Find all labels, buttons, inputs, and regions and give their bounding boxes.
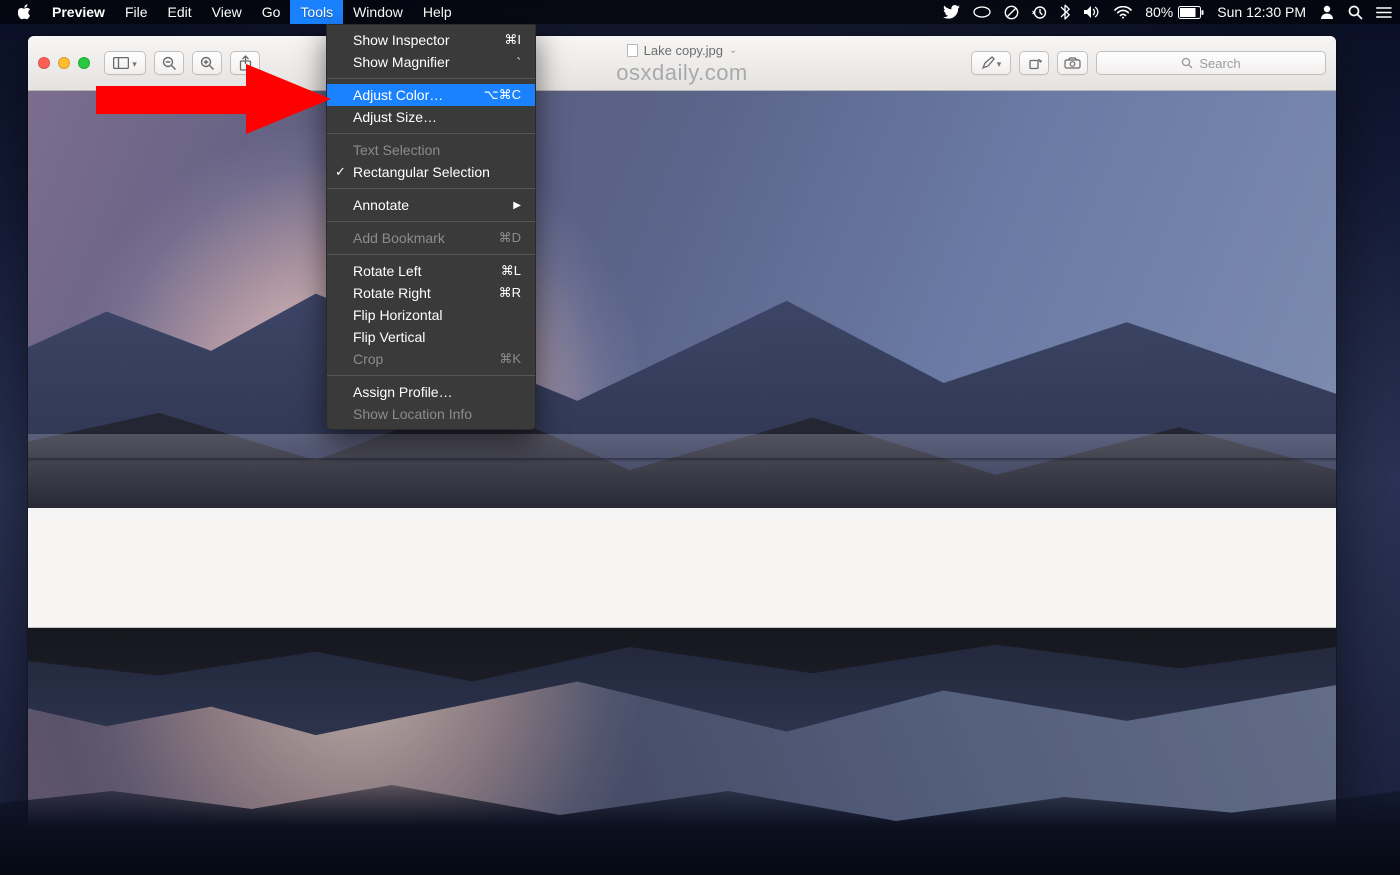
arrow-annotation bbox=[96, 64, 331, 134]
bluetooth-icon[interactable] bbox=[1060, 0, 1070, 24]
menu-item-label: Assign Profile… bbox=[353, 384, 453, 400]
menu-separator bbox=[327, 254, 535, 255]
menu-item-text-selection: Text Selection bbox=[327, 139, 535, 161]
chevron-down-icon: ▾ bbox=[997, 59, 1002, 70]
highlight-button[interactable]: ▾ bbox=[971, 51, 1011, 75]
no-entry-icon[interactable] bbox=[1004, 0, 1019, 24]
twitter-icon[interactable] bbox=[943, 0, 960, 24]
user-icon[interactable] bbox=[1319, 0, 1335, 24]
menu-edit-label: Edit bbox=[168, 4, 192, 20]
chevron-down-icon[interactable]: ⌄ bbox=[729, 45, 737, 56]
menu-help-label: Help bbox=[423, 4, 452, 20]
menu-item-label: Rotate Right bbox=[353, 285, 431, 301]
menu-item-annotate[interactable]: Annotate ▶ bbox=[327, 194, 535, 216]
menu-shortcut: ⌥⌘C bbox=[484, 87, 521, 103]
document-proxy-icon[interactable] bbox=[627, 44, 638, 57]
menu-shortcut: ⌘L bbox=[501, 263, 521, 279]
cloud-icon[interactable] bbox=[973, 0, 991, 24]
search-placeholder: Search bbox=[1199, 56, 1240, 71]
menu-item-crop: Crop ⌘K bbox=[327, 348, 535, 370]
battery-icon bbox=[1178, 6, 1204, 19]
menu-help[interactable]: Help bbox=[413, 0, 462, 24]
window-controls bbox=[38, 57, 90, 69]
menu-item-rectangular-selection[interactable]: ✓ Rectangular Selection bbox=[327, 161, 535, 183]
window-title: Lake copy.jpg ⌄ bbox=[627, 43, 738, 58]
submenu-arrow-icon: ▶ bbox=[513, 200, 521, 211]
zoom-button[interactable] bbox=[78, 57, 90, 69]
menu-file[interactable]: File bbox=[115, 0, 158, 24]
battery-percent: 80% bbox=[1145, 4, 1173, 20]
menu-go-label: Go bbox=[262, 4, 281, 20]
menu-item-label: Text Selection bbox=[353, 142, 440, 158]
menu-item-label: Flip Horizontal bbox=[353, 307, 442, 323]
menu-file-label: File bbox=[125, 4, 148, 20]
menu-item-label: Show Magnifier bbox=[353, 54, 450, 70]
menu-item-show-inspector[interactable]: Show Inspector ⌘I bbox=[327, 29, 535, 51]
menu-shortcut: ⌘I bbox=[504, 32, 521, 48]
menu-tools[interactable]: Tools bbox=[290, 0, 343, 24]
rotate-button[interactable] bbox=[1019, 51, 1049, 75]
menu-tools-label: Tools bbox=[300, 4, 333, 20]
menu-view[interactable]: View bbox=[202, 0, 252, 24]
menu-item-label: Flip Vertical bbox=[353, 329, 425, 345]
spotlight-icon[interactable] bbox=[1348, 0, 1363, 24]
timemachine-icon[interactable] bbox=[1032, 0, 1047, 24]
menu-item-add-bookmark: Add Bookmark ⌘D bbox=[327, 227, 535, 249]
menu-item-label: Adjust Color… bbox=[353, 87, 443, 103]
menu-separator bbox=[327, 188, 535, 189]
menu-item-flip-vertical[interactable]: Flip Vertical bbox=[327, 326, 535, 348]
close-button[interactable] bbox=[38, 57, 50, 69]
menu-separator bbox=[327, 375, 535, 376]
menu-shortcut: ⌘K bbox=[499, 351, 521, 367]
menubar-clock[interactable]: Sun 12:30 PM bbox=[1217, 4, 1306, 20]
menu-shortcut: ` bbox=[517, 55, 521, 70]
minimize-button[interactable] bbox=[58, 57, 70, 69]
menu-window[interactable]: Window bbox=[343, 0, 413, 24]
preview-window: ▾ Lake copy.jpg ⌄ osxdaily.com ▾ bbox=[28, 36, 1336, 836]
menu-shortcut: ⌘R bbox=[499, 285, 521, 301]
menu-edit[interactable]: Edit bbox=[158, 0, 202, 24]
menu-separator bbox=[327, 133, 535, 134]
menu-item-adjust-size[interactable]: Adjust Size… bbox=[327, 106, 535, 128]
menu-item-flip-horizontal[interactable]: Flip Horizontal bbox=[327, 304, 535, 326]
menu-item-label: Adjust Size… bbox=[353, 109, 437, 125]
menu-view-label: View bbox=[212, 4, 242, 20]
checkmark-icon: ✓ bbox=[335, 164, 346, 180]
battery-status[interactable]: 80% bbox=[1145, 4, 1204, 20]
search-field[interactable]: Search bbox=[1096, 51, 1326, 75]
menubar: Preview File Edit View Go Tools Window H… bbox=[0, 0, 1400, 24]
menu-go[interactable]: Go bbox=[252, 0, 291, 24]
menu-app[interactable]: Preview bbox=[42, 0, 115, 24]
menu-item-label: Show Inspector bbox=[353, 32, 450, 48]
search-icon bbox=[1181, 57, 1193, 69]
menu-item-label: Show Location Info bbox=[353, 406, 472, 422]
menu-item-label: Crop bbox=[353, 351, 383, 367]
wifi-icon[interactable] bbox=[1114, 0, 1132, 24]
image-canvas[interactable] bbox=[28, 91, 1336, 836]
menu-item-show-magnifier[interactable]: Show Magnifier ` bbox=[327, 51, 535, 73]
menu-item-label: Add Bookmark bbox=[353, 230, 445, 246]
volume-icon[interactable] bbox=[1083, 0, 1101, 24]
menu-item-rotate-left[interactable]: Rotate Left ⌘L bbox=[327, 260, 535, 282]
menu-item-show-location-info: Show Location Info bbox=[327, 403, 535, 425]
menu-item-label: Rotate Left bbox=[353, 263, 422, 279]
menu-item-assign-profile[interactable]: Assign Profile… bbox=[327, 381, 535, 403]
menu-item-label: Annotate bbox=[353, 197, 409, 213]
menu-shortcut: ⌘D bbox=[499, 230, 521, 246]
notification-center-icon[interactable] bbox=[1376, 0, 1392, 24]
menu-separator bbox=[327, 221, 535, 222]
menu-item-rotate-right[interactable]: Rotate Right ⌘R bbox=[327, 282, 535, 304]
menu-item-label: Rectangular Selection bbox=[353, 164, 490, 180]
menu-item-adjust-color[interactable]: Adjust Color… ⌥⌘C bbox=[327, 84, 535, 106]
menu-app-label: Preview bbox=[52, 4, 105, 20]
watermark-text: osxdaily.com bbox=[616, 60, 748, 86]
menu-separator bbox=[327, 78, 535, 79]
markup-button[interactable] bbox=[1057, 51, 1088, 75]
apple-menu[interactable] bbox=[8, 0, 42, 24]
menu-window-label: Window bbox=[353, 4, 403, 20]
tools-menu-dropdown: Show Inspector ⌘I Show Magnifier ` Adjust Co… bbox=[326, 24, 536, 430]
filename-label: Lake copy.jpg bbox=[644, 43, 723, 58]
